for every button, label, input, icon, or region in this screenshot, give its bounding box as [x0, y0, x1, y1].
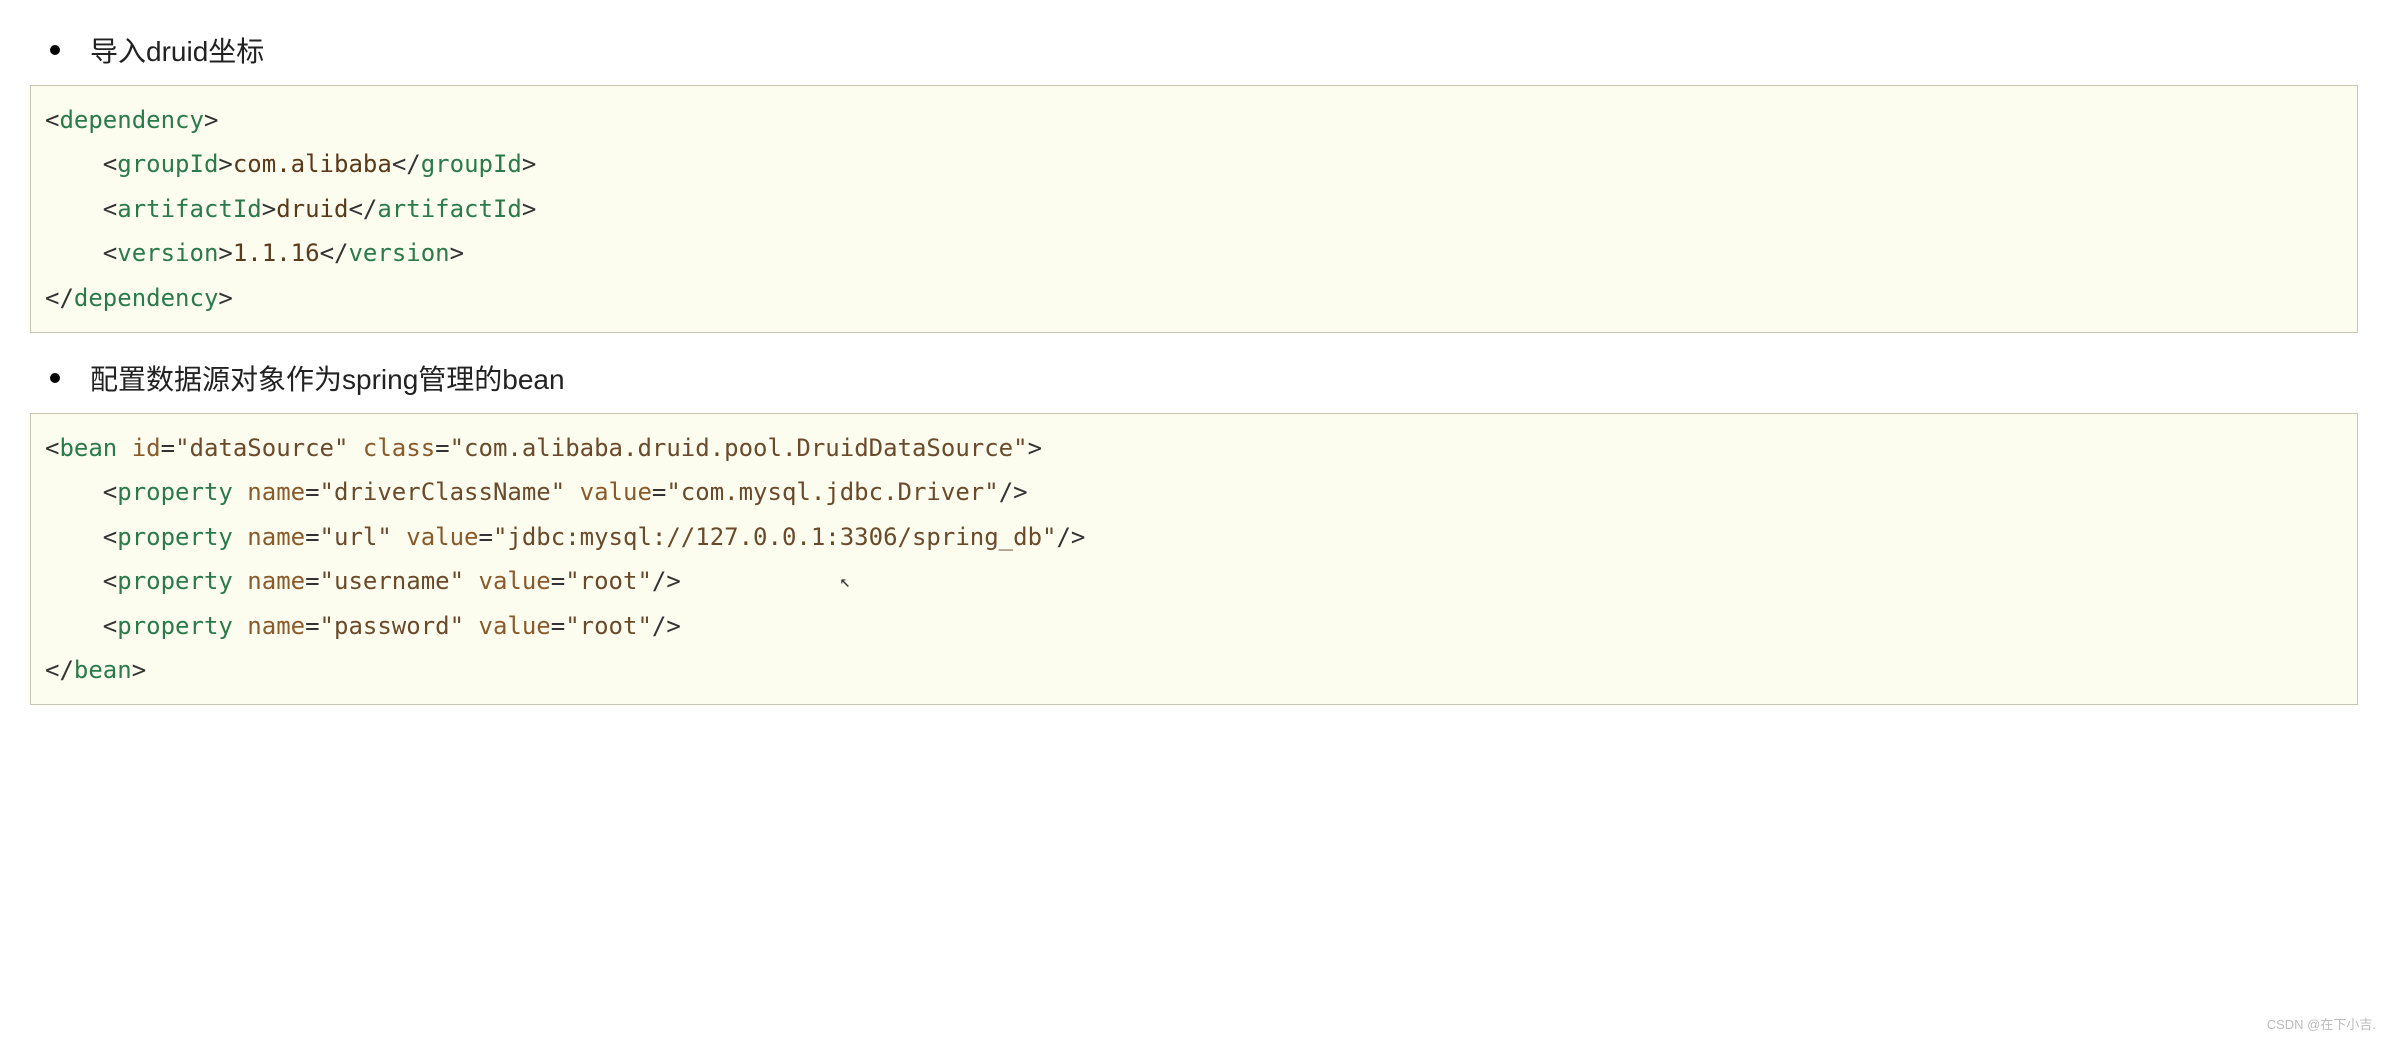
attr-value: value	[479, 567, 551, 595]
tag-property: property	[117, 612, 233, 640]
attr-name: name	[247, 478, 305, 506]
code-block-bean: <bean id="dataSource" class="com.alibaba…	[30, 413, 2358, 705]
p2-name: "url"	[320, 523, 392, 551]
p3-name: "username"	[320, 567, 465, 595]
p1-value: "com.mysql.jdbc.Driver"	[666, 478, 998, 506]
artifactid-value: druid	[276, 195, 348, 223]
tag-bean-open: bean	[59, 434, 117, 462]
tag-property: property	[117, 567, 233, 595]
attr-value: value	[479, 612, 551, 640]
attr-id: id	[132, 434, 161, 462]
attr-name: name	[247, 567, 305, 595]
p4-name: "password"	[320, 612, 465, 640]
attr-id-val: "dataSource"	[175, 434, 348, 462]
attr-value: value	[406, 523, 478, 551]
tag-dependency-close: dependency	[74, 284, 219, 312]
bullet-dot-icon	[50, 373, 60, 383]
code-block-dependency: <dependency> <groupId>com.alibaba</group…	[30, 85, 2358, 333]
tag-version-close: version	[348, 239, 449, 267]
tag-bean-close: bean	[74, 656, 132, 684]
tag-groupid-open: groupId	[117, 150, 218, 178]
tag-artifactid-close: artifactId	[377, 195, 522, 223]
p1-name: "driverClassName"	[320, 478, 566, 506]
bullet-dot-icon	[50, 45, 60, 55]
p2-value: "jdbc:mysql://127.0.0.1:3306/spring_db"	[493, 523, 1057, 551]
attr-class: class	[363, 434, 435, 462]
bullet-item-2: 配置数据源对象作为spring管理的bean	[50, 358, 2358, 398]
tag-groupid-close: groupId	[421, 150, 522, 178]
watermark-text: CSDN @在下小吉.	[2267, 1014, 2376, 1033]
tag-property: property	[117, 523, 233, 551]
tag-dependency-open: dependency	[59, 106, 204, 134]
version-value: 1.1.16	[233, 239, 320, 267]
attr-class-val: "com.alibaba.druid.pool.DruidDataSource"	[450, 434, 1028, 462]
bullet-item-1: 导入druid坐标	[50, 30, 2358, 70]
attr-name: name	[247, 612, 305, 640]
groupid-value: com.alibaba	[233, 150, 392, 178]
bullet-text-1: 导入druid坐标	[90, 30, 264, 70]
attr-name: name	[247, 523, 305, 551]
mouse-cursor-icon: ↖	[840, 565, 851, 598]
p4-value: "root"	[565, 612, 652, 640]
attr-value: value	[580, 478, 652, 506]
p3-value: "root"	[565, 567, 652, 595]
tag-property: property	[117, 478, 233, 506]
bullet-text-2: 配置数据源对象作为spring管理的bean	[90, 358, 565, 398]
tag-artifactid-open: artifactId	[117, 195, 262, 223]
tag-version-open: version	[117, 239, 218, 267]
